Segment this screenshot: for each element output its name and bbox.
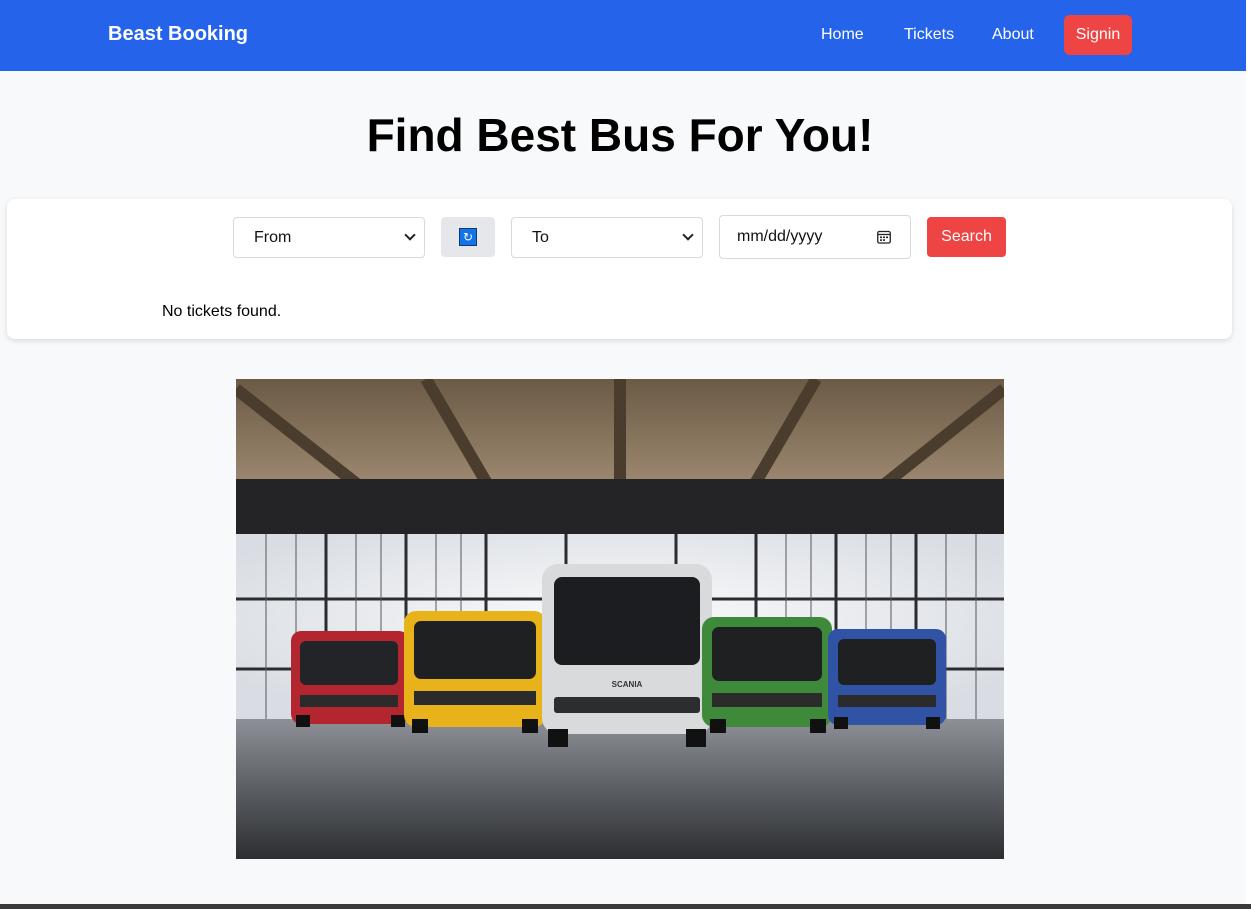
nav-link-home[interactable]: Home [821,26,864,44]
page: Beast Booking Home Tickets About Signin … [0,0,1246,904]
from-select[interactable]: From [233,217,425,258]
page-title: Find Best Bus For You! [366,109,874,161]
search-button[interactable]: Search [927,217,1006,257]
nav-link-tickets[interactable]: Tickets [904,26,954,44]
window-bottom-edge [0,904,1251,909]
swap-button[interactable]: ↻ [441,217,495,257]
brand-logo[interactable]: Beast Booking [108,23,248,46]
calendar-icon[interactable] [877,230,891,244]
swap-icon: ↻ [459,228,477,246]
to-select-value: To [532,228,549,246]
from-select-value: From [254,228,292,246]
search-card: From ↻ To mm/dd/yyyy Search No tickets f… [7,199,1232,339]
bus-garage-illustration: SCANIA [236,379,1004,859]
bus-brand-text: SCANIA [612,680,643,689]
no-tickets-message: No tickets found. [162,303,282,320]
signin-button[interactable]: Signin [1064,15,1132,55]
top-navbar: Beast Booking Home Tickets About Signin [0,0,1246,71]
date-input[interactable]: mm/dd/yyyy [719,215,911,259]
to-select[interactable]: To [511,217,703,258]
hero-bus-image: SCANIA [236,379,1004,859]
chevron-down-icon [682,229,694,241]
date-placeholder: mm/dd/yyyy [737,228,823,245]
window-right-edge [1246,0,1251,909]
chevron-down-icon [404,229,416,241]
nav-link-about[interactable]: About [992,26,1034,44]
